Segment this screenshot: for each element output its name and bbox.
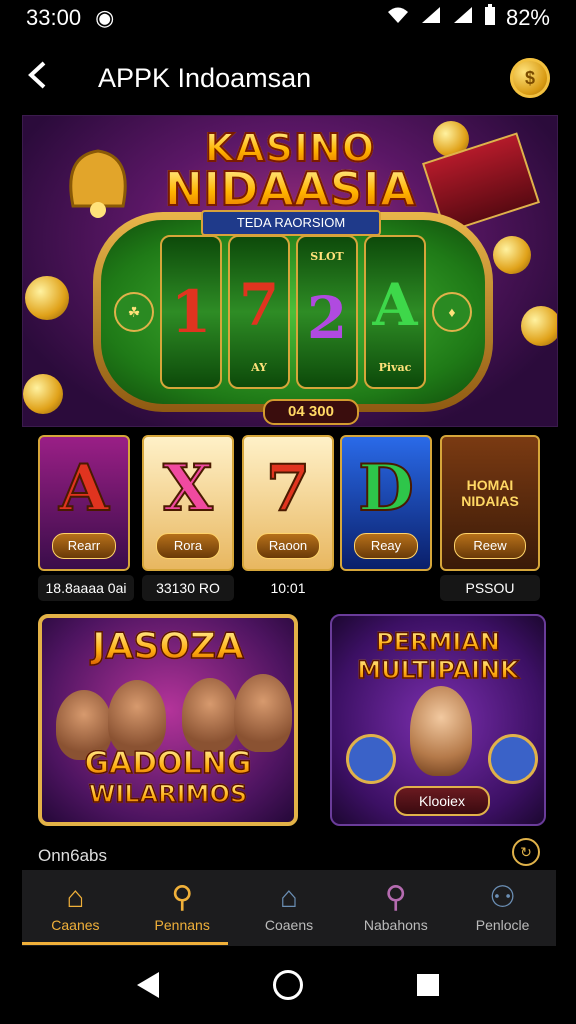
nav-item-coaens[interactable]: ⌂ Coaens: [236, 870, 343, 946]
card-title-2: MULTIPAINK: [332, 655, 544, 685]
notification-icon: ◉: [95, 5, 115, 30]
character-image: [410, 686, 472, 776]
bottom-navigation: ⌂ Caanes ⚲ Pennans ⌂ Coaens ⚲ Nabahons ⚇…: [22, 870, 556, 946]
fist-icon: [346, 734, 396, 784]
character-image: [182, 678, 238, 752]
game-tile-2[interactable]: X Rora: [142, 435, 234, 571]
game-tile-3[interactable]: 7 Raoon: [242, 435, 334, 571]
back-arrow-icon[interactable]: [26, 60, 70, 96]
home-icon: ⌂: [66, 881, 85, 914]
coin-icon: [493, 236, 531, 274]
profile-icon: ⚇: [489, 881, 517, 914]
active-tab-indicator: [22, 942, 228, 945]
coin-icon: [23, 374, 63, 414]
hero-subtitle: TEDA RAORSIOM: [201, 210, 381, 236]
battery-icon: [484, 4, 496, 32]
search-icon: ⚲: [384, 881, 407, 914]
game-tiles-row: A Rearr X Rora 7 Raoon D Reay HOMAI NIDA…: [38, 435, 542, 601]
tile-button[interactable]: Reew: [454, 533, 526, 559]
nav-item-caanes[interactable]: ⌂ Caanes: [22, 870, 129, 946]
card-subtitle-2: WILARIMOS: [42, 779, 294, 809]
hero-amount: 04 300: [263, 399, 359, 425]
tile-button[interactable]: Rearr: [52, 533, 116, 559]
nav-item-pennans[interactable]: ⚲ Pennans: [129, 870, 236, 946]
app-bar: APPK Indoamsan $: [0, 44, 576, 112]
reel-1: 1: [160, 235, 222, 389]
game-tile-1[interactable]: A Rearr: [38, 435, 130, 571]
slot-machine: ☘ 1 7 AY SLOT 2 A Pivac ♦: [93, 212, 493, 412]
game-tile-4[interactable]: D Reay: [340, 435, 432, 571]
card-button[interactable]: Klooiex: [394, 786, 490, 816]
tile-button[interactable]: Rora: [156, 533, 220, 559]
system-home-icon[interactable]: [273, 970, 303, 1000]
nav-item-penlocle[interactable]: ⚇ Penlocle: [449, 870, 556, 946]
card-subtitle-1: GADOLNG: [42, 745, 294, 782]
promo-card-multiplayer[interactable]: PERMIAN MULTIPAINK Klooiex: [330, 614, 546, 826]
signal-icon-2: [452, 5, 474, 31]
search-icon: ⚲: [171, 881, 194, 914]
nav-label: Penlocle: [475, 917, 530, 933]
nav-label: Coaens: [264, 917, 314, 933]
reel-4: A Pivac: [364, 235, 426, 389]
character-image: [108, 680, 166, 756]
hero-title-line2: NIDAASIA: [23, 161, 557, 217]
tile-value: 33130 RO: [142, 575, 234, 601]
refresh-icon[interactable]: ↻: [512, 838, 540, 866]
signal-icon: [420, 5, 442, 31]
tile-button[interactable]: Reay: [354, 533, 418, 559]
hero-banner[interactable]: KASINO NIDAASIA ☘ 1 7 AY SLOT 2 A Pivac …: [22, 115, 558, 427]
fist-icon: [488, 734, 538, 784]
reel-2: 7 AY: [228, 235, 290, 389]
coin-icon: [521, 306, 557, 346]
system-back-icon[interactable]: [137, 972, 159, 998]
game-tile-5[interactable]: HOMAI NIDAIAS Reew: [440, 435, 540, 571]
status-time: 33:00: [26, 5, 82, 30]
wifi-icon: [386, 5, 410, 31]
character-image: [234, 674, 292, 752]
tile-button[interactable]: Raoon: [256, 533, 320, 559]
battery-percent: 82%: [505, 5, 550, 30]
clover-icon: ☘: [114, 292, 154, 332]
tile-value: 10:01: [270, 580, 306, 596]
card-icon: ♦: [432, 292, 472, 332]
coin-icon: [25, 276, 69, 320]
system-navigation: [0, 946, 576, 1024]
tile-caption: HOMAI NIDAIAS: [461, 477, 519, 509]
promo-cards: JASOZA GADOLNG WILARIMOS PERMIAN MULTIPA…: [38, 614, 546, 828]
nav-label: Nabahons: [363, 917, 428, 933]
tile-value: PSSOU: [440, 575, 540, 601]
nav-item-nabahons[interactable]: ⚲ Nabahons: [342, 870, 449, 946]
status-bar: 33:00 ◉ 82%: [0, 0, 576, 36]
promo-card-jasoza[interactable]: JASOZA GADOLNG WILARIMOS: [38, 614, 298, 826]
coin-button[interactable]: $: [510, 58, 550, 98]
card-title: JASOZA: [42, 625, 294, 668]
nav-label: Caanes: [51, 917, 100, 933]
app-title: APPK Indoamsan: [98, 62, 312, 93]
reel-3: SLOT 2: [296, 235, 358, 389]
system-recents-icon[interactable]: [417, 974, 439, 996]
card-title-1: PERMIAN: [332, 627, 544, 657]
tile-value: 18.8aaaa 0ai: [38, 575, 134, 601]
nav-label: Pennans: [154, 917, 210, 933]
house-icon: ⌂: [279, 881, 299, 914]
footer-text: Onn6abs: [38, 846, 107, 865]
